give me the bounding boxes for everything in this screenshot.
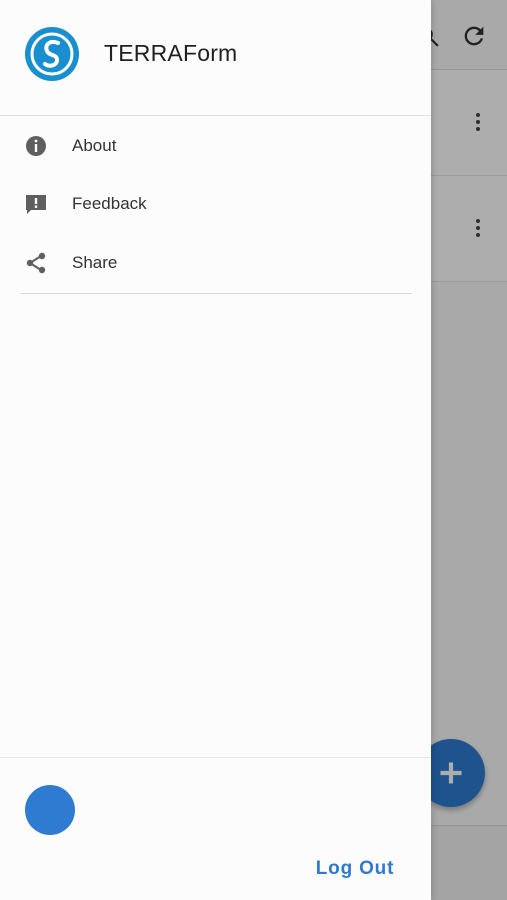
terraform-logo-icon (24, 26, 80, 82)
app-title: TERRAForm (104, 40, 238, 66)
drawer-item-label: Feedback (72, 194, 147, 213)
drawer-item-about[interactable]: About (0, 117, 431, 175)
drawer-item-feedback[interactable]: Feedback (0, 175, 431, 233)
info-icon (24, 134, 48, 158)
feedback-icon (24, 192, 48, 216)
footer-divider (0, 757, 431, 758)
share-icon (24, 251, 48, 275)
drawer-header: TERRAForm (0, 0, 431, 116)
log-out-button[interactable]: Log Out (300, 852, 410, 886)
drawer-item-label: Share (72, 253, 118, 272)
drawer-item-share[interactable]: Share (0, 234, 431, 292)
drawer-item-label: About (72, 136, 117, 155)
navigation-drawer: TERRAForm About Feedback Share Log Out (0, 0, 431, 900)
menu-divider (21, 293, 412, 294)
avatar[interactable] (25, 785, 75, 835)
